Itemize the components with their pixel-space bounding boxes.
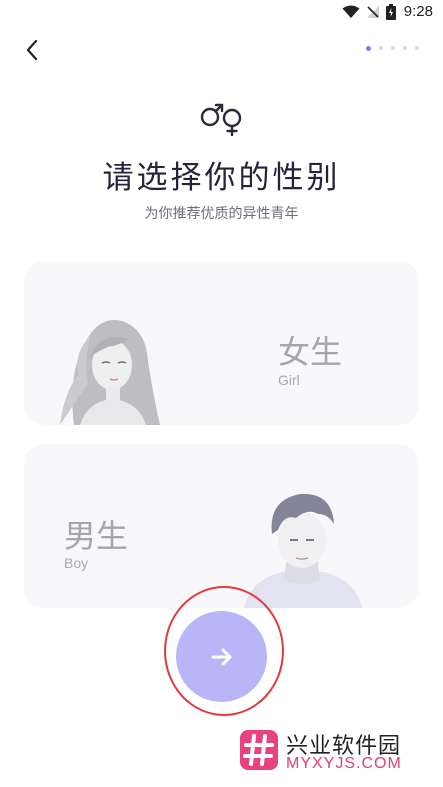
page-indicator (366, 45, 419, 51)
wifi-icon (342, 5, 360, 18)
page-dot (379, 46, 383, 50)
male-sublabel: Boy (64, 555, 89, 571)
gender-option-male[interactable]: 男生 Boy (24, 444, 419, 608)
battery-icon (385, 3, 396, 20)
status-time: 9:28 (403, 3, 433, 20)
girl-avatar-illustration (60, 320, 160, 425)
female-label: 女生 (278, 333, 343, 371)
chevron-left-icon (26, 39, 38, 61)
male-label: 男生 (64, 517, 129, 555)
boy-avatar-illustration (244, 493, 362, 608)
page-dot (403, 46, 407, 50)
page-dot (415, 46, 419, 50)
arrow-right-icon (211, 648, 231, 665)
watermark-en: MYXYJS.COM (286, 755, 402, 772)
status-icons: 9:28 (342, 3, 433, 20)
watermark: 兴业软件园 MYXYJS.COM (238, 728, 438, 776)
page-title: 请选择你的性别 (102, 160, 341, 196)
hash-logo-icon (240, 730, 278, 770)
page-subtitle: 为你推荐优质的异性青年 (144, 206, 299, 222)
status-bar: 9:28 (0, 0, 443, 26)
female-sublabel: Girl (278, 372, 300, 388)
gender-symbol-icon (200, 103, 242, 137)
next-button[interactable] (176, 611, 267, 702)
back-button[interactable] (18, 34, 50, 66)
page-dot-active (366, 45, 371, 51)
gender-option-female[interactable]: 女生 Girl (24, 261, 419, 425)
no-signal-icon (366, 5, 379, 18)
page-dot (391, 46, 395, 50)
